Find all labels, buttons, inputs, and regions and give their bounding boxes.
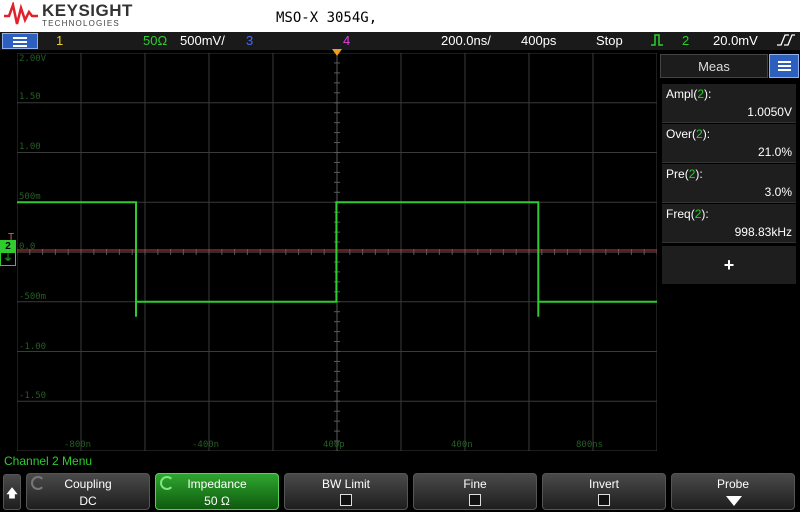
measurement-value: 21.0% bbox=[757, 145, 792, 159]
probe-softkey[interactable]: Probe bbox=[671, 473, 795, 510]
y-axis-label: 1.50 bbox=[19, 92, 41, 102]
y-axis-label: 500m bbox=[19, 192, 41, 202]
trigger-slope-icon bbox=[776, 33, 796, 50]
ground-icon: ⏚ bbox=[3, 253, 13, 264]
ch1-indicator[interactable]: 1 bbox=[56, 33, 63, 48]
x-axis-label: 400p bbox=[323, 440, 345, 450]
bw-limit-checkbox[interactable] bbox=[340, 494, 352, 506]
impedance-softkey[interactable]: Impedance 50 Ω bbox=[155, 473, 279, 510]
add-measurement-button[interactable]: + bbox=[662, 246, 796, 284]
measurement-name: Over bbox=[666, 127, 693, 141]
measurement-name: Freq bbox=[666, 207, 691, 221]
softkey-value: DC bbox=[79, 494, 97, 508]
softkey-label: Fine bbox=[463, 477, 487, 491]
measurement-name: Ampl bbox=[666, 87, 694, 101]
header-bar: KEYSIGHT TECHNOLOGIES MSO-X 3054G, bbox=[0, 0, 800, 32]
invert-checkbox[interactable] bbox=[598, 494, 610, 506]
keysight-wave-icon bbox=[4, 2, 38, 25]
measurement-channel: 2 bbox=[688, 167, 696, 181]
up-arrow-icon: 🡅 bbox=[5, 486, 19, 500]
softkey-label: Impedance bbox=[187, 477, 247, 491]
trigger-level-marker[interactable]: T bbox=[8, 232, 14, 243]
trigger-edge-icon bbox=[650, 33, 664, 50]
waveform-display[interactable] bbox=[17, 53, 657, 451]
fine-softkey[interactable]: Fine bbox=[413, 473, 537, 510]
brand-subtitle: TECHNOLOGIES bbox=[42, 19, 120, 28]
status-bar: 1 50Ω 500mV/ 3 4 200.0ns/ 400ps Stop 2 2… bbox=[0, 32, 800, 50]
measurement-value: 1.0050V bbox=[747, 105, 792, 119]
y-axis-label: -500m bbox=[19, 292, 47, 302]
panel-menu-icon[interactable] bbox=[769, 54, 799, 78]
measurement-value: 3.0% bbox=[764, 185, 792, 199]
brand-name: KEYSIGHT bbox=[42, 1, 133, 20]
bw-limit-softkey[interactable]: BW Limit bbox=[284, 473, 408, 510]
softkey-label: Invert bbox=[588, 477, 619, 491]
measurement-item[interactable]: Over(2): 21.0% bbox=[662, 124, 796, 163]
measurement-item[interactable]: Ampl(2): 1.0050V bbox=[662, 84, 796, 123]
tab-meas[interactable]: Meas bbox=[660, 54, 768, 78]
timebase-scale[interactable]: 200.0ns/ bbox=[441, 33, 491, 48]
trigger-position-marker[interactable] bbox=[332, 49, 342, 56]
measurement-channel: 2 bbox=[696, 127, 703, 141]
fine-checkbox[interactable] bbox=[469, 494, 481, 506]
y-axis-label: 0.0 bbox=[19, 242, 36, 252]
trigger-source[interactable]: 2 bbox=[682, 33, 689, 48]
softkey-label: Probe bbox=[716, 477, 750, 491]
softkey-label: Coupling bbox=[64, 477, 112, 491]
back-button[interactable]: 🡅 bbox=[3, 474, 21, 510]
invert-softkey[interactable]: Invert bbox=[542, 473, 666, 510]
x-axis-label: -400n bbox=[192, 440, 220, 450]
menu-title: Channel 2 Menu bbox=[4, 454, 93, 468]
y-axis-label: -1.00 bbox=[19, 342, 47, 352]
softkey-label: BW Limit bbox=[322, 477, 370, 491]
measurement-item[interactable]: Freq(2): 998.83kHz bbox=[662, 204, 796, 243]
waveform-plot bbox=[17, 53, 657, 451]
ch2-waveform bbox=[17, 201, 657, 317]
trigger-level[interactable]: 20.0mV bbox=[713, 33, 758, 48]
run-state[interactable]: Stop bbox=[596, 33, 623, 48]
coupling-softkey[interactable]: Coupling DC bbox=[26, 473, 150, 510]
y-axis-label: -1.50 bbox=[19, 391, 47, 401]
y-axis-label: 1.00 bbox=[19, 142, 41, 152]
measurement-name: Pre bbox=[666, 167, 685, 181]
ch2-impedance[interactable]: 50Ω bbox=[143, 33, 167, 48]
trigger-delay[interactable]: 400ps bbox=[521, 33, 556, 48]
softkey-value: 50 Ω bbox=[204, 494, 230, 508]
x-axis-label: 800ns bbox=[576, 440, 604, 450]
submenu-arrow-icon bbox=[726, 496, 742, 506]
model-name: MSO-X 3054G, bbox=[276, 10, 378, 26]
measurement-channel: 2 bbox=[694, 207, 702, 221]
x-axis-label: -800n bbox=[64, 440, 92, 450]
ch2-ground-marker[interactable]: 2 ⏚ bbox=[0, 240, 16, 266]
y-axis-label: 2.00V bbox=[19, 54, 47, 64]
ch2-scale[interactable]: 500mV/ bbox=[180, 33, 225, 48]
measurement-value: 998.83kHz bbox=[734, 225, 792, 239]
x-axis-label: 400n bbox=[451, 440, 473, 450]
measurement-channel: 2 bbox=[697, 87, 705, 101]
ch3-indicator[interactable]: 3 bbox=[246, 33, 253, 48]
main-menu-button[interactable] bbox=[2, 33, 38, 49]
measurement-item[interactable]: Pre(2): 3.0% bbox=[662, 164, 796, 203]
ch4-indicator[interactable]: 4 bbox=[343, 33, 350, 48]
